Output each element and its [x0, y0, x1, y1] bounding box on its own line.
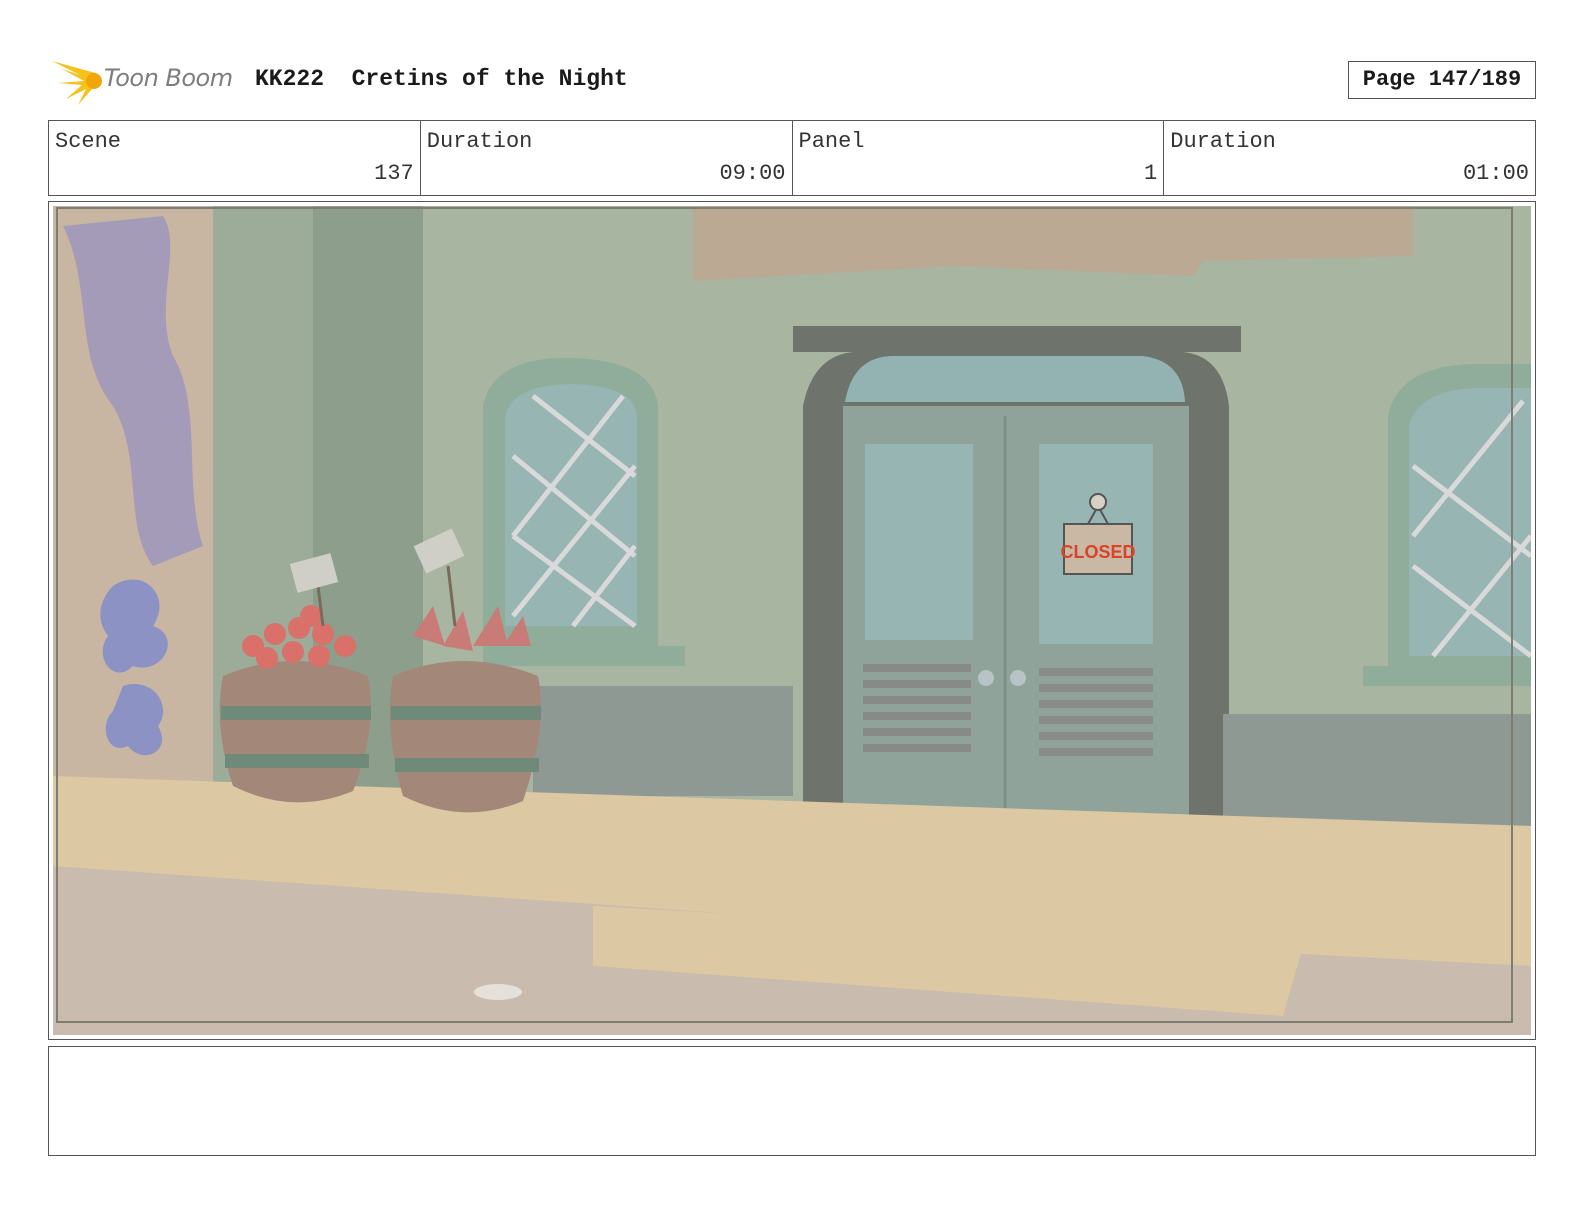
starburst-icon [52, 61, 102, 105]
episode-title: Cretins of the Night [351, 66, 628, 92]
logo-wordmark: Toon Boom [104, 64, 233, 92]
scene-cell: Scene 137 [49, 121, 421, 195]
page-number: Page 147/189 [1348, 61, 1536, 99]
scene-duration-value: 09:00 [719, 161, 786, 186]
scene-label: Scene [55, 129, 122, 154]
panel-value: 1 [1144, 161, 1158, 186]
scene-value: 137 [374, 161, 414, 186]
panel-duration-label: Duration [1170, 129, 1276, 154]
panel-duration-value: 01:00 [1462, 161, 1529, 186]
panel-duration-cell: Duration 01:00 [1164, 121, 1535, 195]
production-code: KK222 [255, 66, 325, 92]
panel-label: Panel [798, 129, 865, 154]
panel-cell: Panel 1 [793, 121, 1165, 195]
page-title: KK222 Cretins of the Night [255, 66, 628, 92]
panel-info-table: Scene 137 Duration 09:00 Panel 1 Duratio… [48, 120, 1536, 196]
panel-notes [48, 1046, 1536, 1156]
scene-duration-cell: Duration 09:00 [421, 121, 793, 195]
panel-illustration: CLOSED [53, 206, 1531, 1035]
storyboard-panel: CLOSED [48, 201, 1536, 1040]
scene-duration-label: Duration [426, 129, 533, 154]
closed-sign-text: CLOSED [1060, 542, 1135, 562]
